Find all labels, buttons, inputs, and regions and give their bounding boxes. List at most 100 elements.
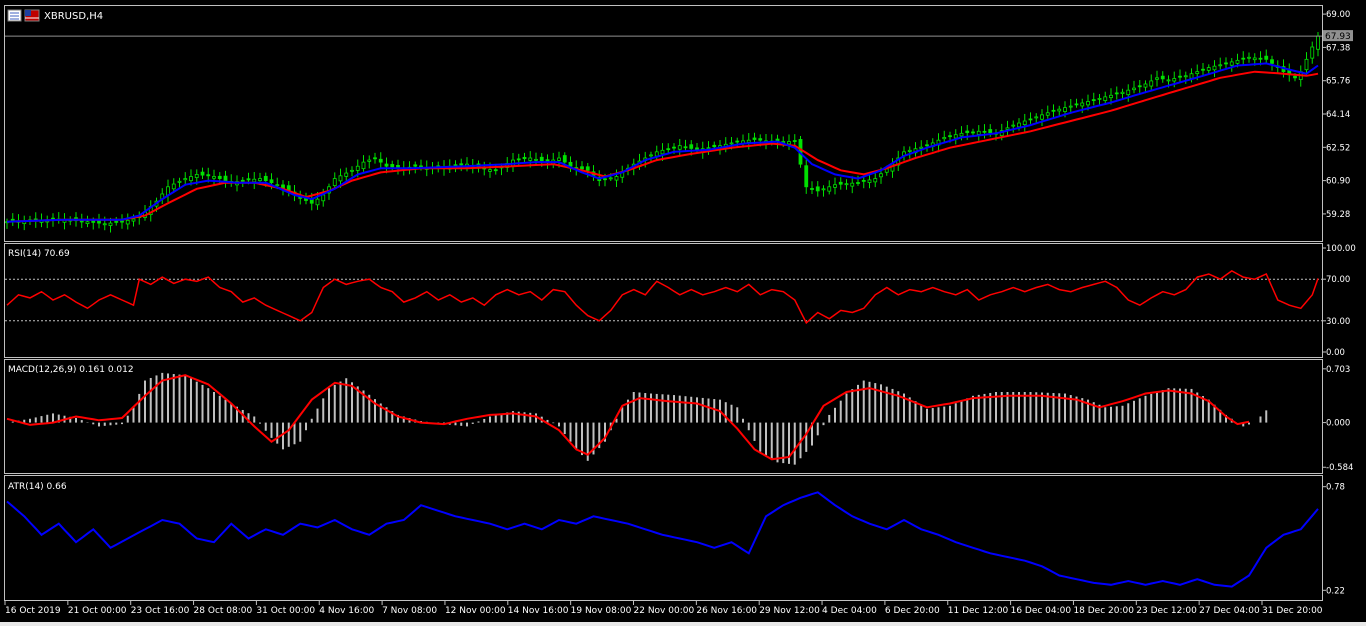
y-tick-label: 0.000 bbox=[1326, 419, 1350, 429]
candle-body bbox=[1155, 77, 1159, 80]
y-tick-label: 64.14 bbox=[1326, 110, 1350, 120]
candle-body bbox=[982, 130, 987, 133]
candle-body bbox=[1132, 87, 1136, 91]
time-axis-label: 22 Nov 00:00 bbox=[634, 606, 695, 616]
candle-body bbox=[516, 158, 521, 161]
candle-body bbox=[79, 220, 84, 223]
y-tick-label: 30.00 bbox=[1326, 317, 1350, 327]
candle-body bbox=[988, 129, 993, 134]
candle-body bbox=[534, 158, 538, 161]
candle-body bbox=[1224, 62, 1228, 65]
candle-body bbox=[1034, 116, 1039, 119]
time-axis-label: 31 Oct 00:00 bbox=[256, 606, 315, 616]
candle-body bbox=[838, 181, 843, 185]
candle-body bbox=[833, 184, 837, 188]
candle-body bbox=[240, 179, 245, 182]
candle-body bbox=[804, 165, 809, 188]
candle-body bbox=[844, 183, 849, 186]
candle-body bbox=[344, 172, 349, 177]
candle-body bbox=[735, 140, 740, 143]
y-tick-label: 67.38 bbox=[1326, 43, 1350, 53]
candle-body bbox=[263, 175, 268, 182]
candle-body bbox=[338, 175, 343, 182]
candle-body bbox=[378, 158, 383, 163]
candle-body bbox=[965, 130, 970, 134]
candle-body bbox=[1252, 57, 1257, 61]
candle-body bbox=[1109, 94, 1113, 99]
time-axis-label: 12 Nov 00:00 bbox=[445, 606, 506, 616]
candle-body bbox=[827, 186, 832, 192]
candle-body bbox=[252, 178, 257, 183]
candle-body bbox=[1183, 75, 1188, 78]
candle-body bbox=[1172, 78, 1177, 82]
candle-body bbox=[1057, 108, 1062, 112]
time-axis-label: 26 Nov 16:00 bbox=[696, 606, 757, 616]
candle-body bbox=[1045, 112, 1050, 116]
macd-title: MACD(12,26,9) 0.161 0.012 bbox=[8, 365, 134, 375]
candle-body bbox=[976, 130, 981, 135]
candle-body bbox=[1235, 59, 1240, 64]
time-axis-label: 4 Nov 16:00 bbox=[319, 606, 374, 616]
candle-body bbox=[1120, 91, 1125, 94]
candle-body bbox=[1212, 65, 1217, 71]
candle-body bbox=[522, 156, 527, 160]
candle-body bbox=[1080, 102, 1085, 107]
candle-body bbox=[856, 182, 860, 184]
candle-body bbox=[706, 147, 711, 150]
time-axis-label: 11 Dec 12:00 bbox=[948, 606, 1009, 616]
time-axis-label: 31 Dec 20:00 bbox=[1262, 606, 1323, 616]
candle-body bbox=[183, 178, 188, 181]
time-axis-label: 4 Dec 04:00 bbox=[822, 606, 877, 616]
y-tick-label: 62.52 bbox=[1326, 143, 1350, 153]
candle-body bbox=[194, 174, 199, 178]
candle-body bbox=[861, 179, 866, 182]
candle-body bbox=[1126, 89, 1131, 96]
candle-body bbox=[396, 165, 400, 168]
time-axis-label: 29 Nov 12:00 bbox=[759, 606, 820, 616]
candle-body bbox=[1160, 75, 1165, 80]
candle-body bbox=[275, 184, 280, 187]
time-axis-label: 7 Nov 08:00 bbox=[382, 606, 437, 616]
candle-body bbox=[1091, 99, 1096, 102]
candle-body bbox=[413, 164, 418, 167]
candle-body bbox=[1304, 58, 1309, 71]
candle-body bbox=[677, 145, 682, 150]
candle-body bbox=[493, 169, 498, 172]
candle-body bbox=[1206, 67, 1211, 71]
candle-body bbox=[746, 139, 751, 143]
candle-body bbox=[562, 155, 567, 163]
candle-body bbox=[683, 146, 688, 149]
time-axis-label: 16 Oct 2019 bbox=[5, 606, 61, 616]
candle-body bbox=[1028, 118, 1033, 121]
candle-body bbox=[919, 146, 924, 149]
candle-body bbox=[131, 218, 136, 222]
candle-body bbox=[212, 176, 216, 179]
current-price-value: 67.93 bbox=[1325, 32, 1351, 42]
candle-body bbox=[568, 161, 573, 167]
time-axis-label: 23 Dec 12:00 bbox=[1136, 606, 1197, 616]
candle-body bbox=[654, 151, 659, 157]
candle-body bbox=[1229, 61, 1234, 66]
candle-body bbox=[91, 220, 96, 223]
candle-body bbox=[315, 198, 320, 206]
candle-body bbox=[608, 177, 613, 180]
candle-body bbox=[1241, 57, 1246, 60]
y-tick-label: 100.00 bbox=[1326, 244, 1356, 254]
candle-body bbox=[873, 178, 878, 183]
candle-body bbox=[332, 178, 337, 187]
atr-title: ATR(14) 0.66 bbox=[8, 482, 67, 492]
trading-chart[interactable]: XBRUSD,H4 69.00 67.38 65.76 64.14 62.52 60.90… bbox=[0, 0, 1366, 622]
candle-body bbox=[459, 163, 464, 166]
candle-body bbox=[350, 169, 354, 172]
candle-body bbox=[384, 163, 389, 167]
candle-body bbox=[361, 161, 366, 170]
symbol-label: XBRUSD,H4 bbox=[44, 11, 103, 22]
candle-body bbox=[114, 220, 119, 223]
candle-body bbox=[108, 222, 113, 226]
candle-body bbox=[1051, 109, 1056, 112]
chart-canvas[interactable]: XBRUSD,H4 69.00 67.38 65.76 64.14 62.52 60.90… bbox=[0, 0, 1366, 622]
rsi-title: RSI(14) 70.69 bbox=[8, 249, 70, 259]
candle-body bbox=[373, 157, 377, 160]
candle-body bbox=[1143, 83, 1148, 88]
candle-body bbox=[1247, 56, 1251, 59]
